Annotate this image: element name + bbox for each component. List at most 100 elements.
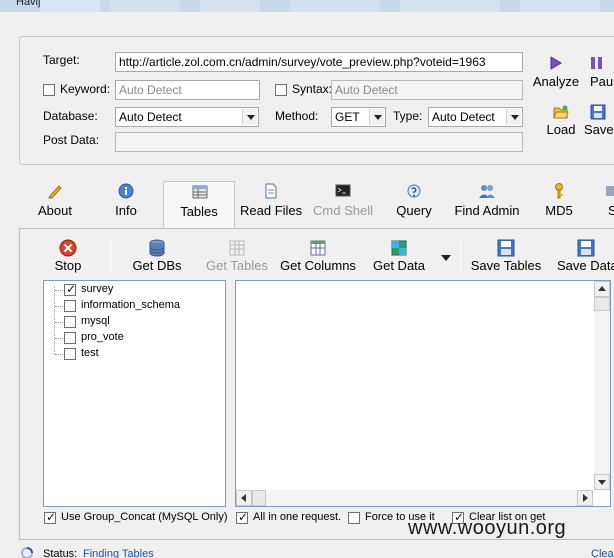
get-dbs-button[interactable]: Get DBs — [128, 239, 186, 275]
method-select[interactable]: GET — [331, 107, 386, 127]
all-in-one-label: All in one request. — [253, 511, 342, 523]
pause-label: Pause — [590, 74, 614, 89]
clear-status-link[interactable]: Clear — [591, 548, 614, 558]
tab-settings[interactable]: S — [600, 183, 614, 223]
scroll-up-icon[interactable] — [594, 281, 610, 297]
results-list[interactable] — [235, 280, 611, 507]
tab-read-files-label: Read Files — [240, 203, 303, 218]
method-select-value: GET — [335, 110, 360, 124]
tab-md5[interactable]: MD5 — [540, 183, 578, 223]
floppy-icon — [497, 239, 515, 257]
floppy-icon — [577, 239, 595, 257]
tab-md5-label: MD5 — [545, 203, 573, 218]
keyword-checkbox[interactable] — [43, 84, 55, 96]
tree-checkbox[interactable] — [64, 332, 76, 344]
database-tree[interactable]: survey information_schema mysql pro_vote… — [43, 280, 226, 507]
get-data-button[interactable]: Get Data — [370, 239, 428, 275]
analyze-button[interactable]: Analyze — [532, 54, 580, 90]
toolbar-separator — [110, 239, 111, 273]
tree-item-label: test — [81, 347, 99, 359]
tree-checkbox[interactable] — [64, 316, 76, 328]
key-icon — [555, 183, 563, 199]
target-label: Target: — [43, 53, 80, 67]
type-select-value: Auto Detect — [432, 110, 495, 124]
tree-connector — [55, 290, 63, 291]
tab-find-admin-label: Find Admin — [454, 203, 520, 218]
save-data-label: Save Data — [557, 258, 614, 273]
pause-button[interactable]: Pause — [586, 54, 614, 90]
syntax-input[interactable]: Auto Detect — [331, 80, 523, 100]
all-in-one-checkbox[interactable] — [236, 510, 248, 524]
get-tables-button[interactable]: Get Tables — [204, 239, 270, 275]
tab-info-label: Info — [115, 203, 137, 218]
method-label: Method: — [275, 109, 319, 123]
tab-about[interactable]: About — [30, 183, 80, 223]
tree-checkbox[interactable] — [64, 282, 76, 296]
tree-checkbox[interactable] — [64, 300, 76, 312]
save-button[interactable]: Save — [584, 103, 614, 139]
tab-read-files[interactable]: Read Files — [240, 183, 302, 223]
tab-query[interactable]: Query — [392, 183, 436, 223]
floppy-icon — [590, 104, 606, 120]
pause-icon — [591, 57, 602, 69]
table-icon — [192, 185, 208, 199]
title-bar: Havij — [0, 0, 614, 12]
get-data-dropdown[interactable] — [440, 252, 452, 262]
scroll-right-icon[interactable] — [577, 490, 593, 506]
stop-button[interactable]: Stop — [48, 239, 88, 275]
tree-connector — [54, 287, 55, 354]
target-input[interactable]: http://article.zol.com.cn/admin/survey/v… — [115, 52, 523, 72]
tab-about-label: About — [38, 203, 72, 218]
info-icon — [118, 183, 134, 199]
keyword-input[interactable]: Auto Detect — [115, 80, 260, 100]
data-grid-icon — [391, 240, 407, 256]
chevron-down-icon[interactable] — [369, 109, 384, 125]
database-select-value: Auto Detect — [119, 110, 182, 124]
horizontal-scrollbar-thumb[interactable] — [252, 490, 266, 506]
group-concat-label: Use Group_Concat (MySQL Only) — [61, 511, 228, 523]
scroll-left-icon[interactable] — [236, 490, 252, 506]
toolbar-separator — [460, 239, 461, 273]
save-label: Save — [584, 122, 614, 137]
tree-connector — [55, 306, 63, 307]
table-icon — [229, 240, 245, 256]
tab-tables-label: Tables — [180, 204, 218, 219]
scroll-down-icon[interactable] — [594, 474, 610, 490]
get-data-label: Get Data — [372, 258, 426, 273]
type-label: Type: — [393, 109, 423, 123]
tab-info[interactable]: Info — [104, 183, 148, 223]
syntax-checkbox[interactable] — [275, 84, 287, 96]
play-icon — [550, 56, 562, 70]
tab-cmd-shell-label: Cmd Shell — [313, 203, 373, 218]
status-label: Status: — [43, 548, 78, 558]
save-tables-button[interactable]: Save Tables — [468, 239, 544, 275]
chevron-down-icon[interactable] — [506, 109, 521, 125]
get-columns-label: Get Columns — [280, 258, 356, 273]
tree-item-label: pro_vote — [81, 331, 124, 343]
stop-icon — [59, 239, 77, 257]
tab-cmd-shell[interactable]: Cmd Shell — [312, 183, 374, 223]
database-icon — [149, 239, 165, 257]
columns-icon — [310, 240, 326, 256]
database-select[interactable]: Auto Detect — [115, 107, 259, 127]
save-data-button[interactable]: Save Data — [556, 239, 614, 275]
load-button[interactable]: Load — [540, 103, 582, 139]
vertical-scrollbar-track[interactable] — [594, 311, 610, 474]
watermark: www.wooyun.org — [408, 517, 567, 539]
tab-settings-label: S — [608, 203, 614, 218]
scrollbar-thumb[interactable] — [594, 297, 610, 311]
settings-icon — [606, 186, 614, 196]
group-concat-checkbox[interactable] — [44, 510, 56, 524]
tab-find-admin[interactable]: Find Admin — [452, 183, 522, 223]
force-use-checkbox[interactable] — [348, 512, 360, 524]
tab-tables[interactable]: Tables — [163, 181, 235, 229]
postdata-label: Post Data: — [43, 133, 100, 147]
postdata-input[interactable] — [115, 132, 523, 152]
get-columns-button[interactable]: Get Columns — [280, 239, 356, 275]
horizontal-scrollbar-track[interactable] — [266, 490, 578, 506]
chevron-down-icon[interactable] — [242, 109, 257, 125]
stop-label: Stop — [54, 258, 82, 273]
tree-connector — [55, 354, 63, 355]
type-select[interactable]: Auto Detect — [428, 107, 523, 127]
tree-checkbox[interactable] — [64, 348, 76, 360]
